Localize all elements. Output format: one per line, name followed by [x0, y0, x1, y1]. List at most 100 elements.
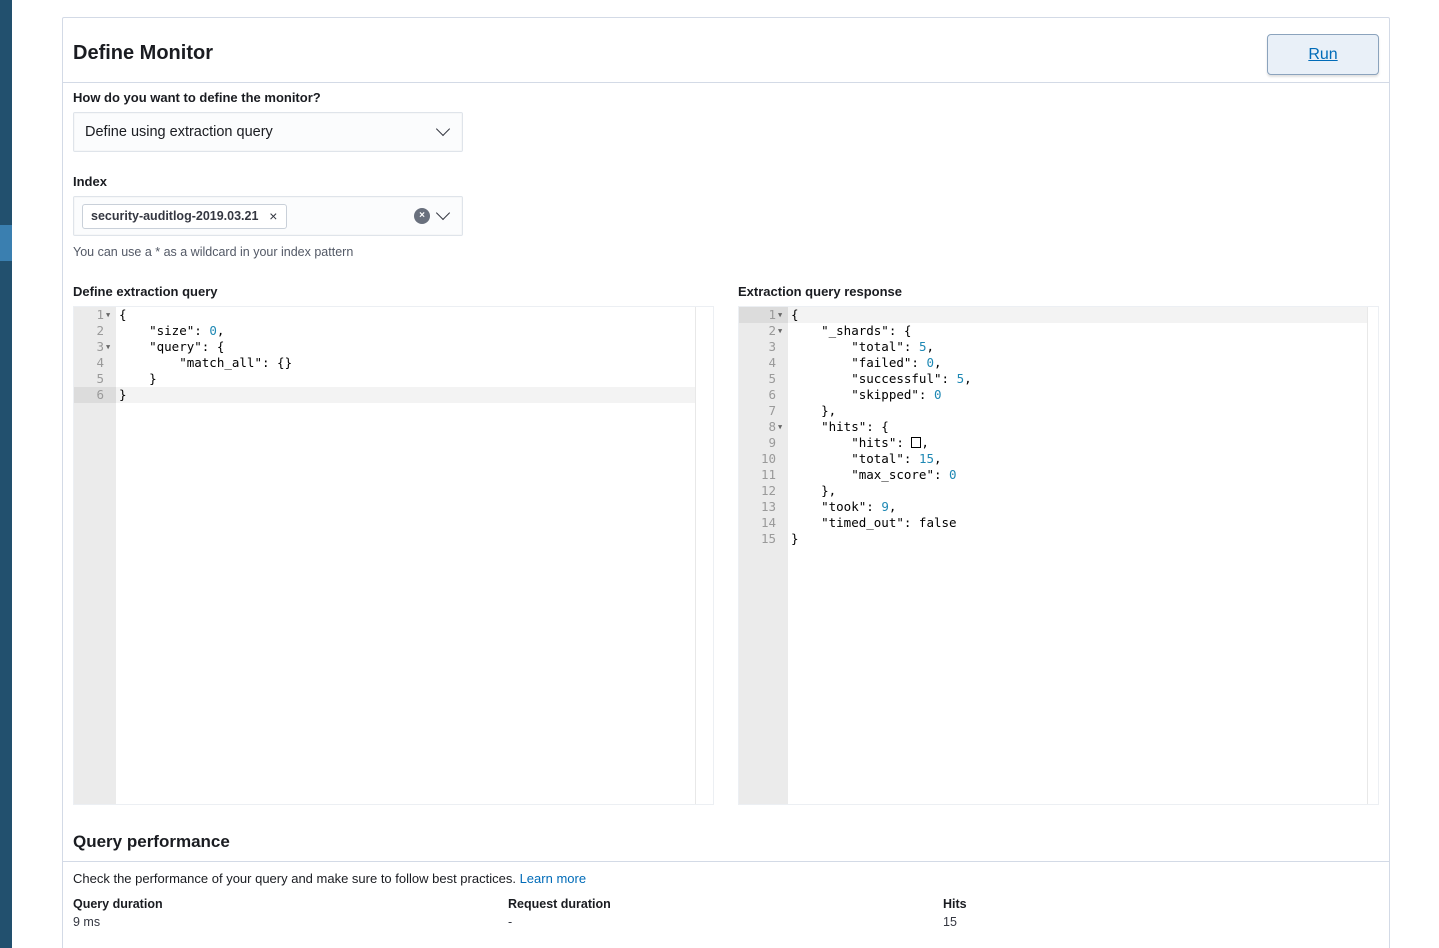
empty-array-token [911, 437, 922, 448]
number-token: 15 [918, 451, 934, 466]
code-line: 14 "timed_out": false [739, 515, 1378, 531]
code-token: "_shards": { [791, 323, 912, 338]
line-number: 8 [768, 419, 776, 434]
run-button[interactable]: Run [1267, 34, 1379, 75]
code-token: }, [791, 483, 837, 498]
stat-query-duration-title: Query duration [73, 897, 163, 911]
code-token: "hits": { [791, 419, 889, 434]
fold-toggle-icon[interactable]: ▼ [778, 323, 782, 339]
code-text: "query": { [119, 339, 224, 355]
code-line: 1 ▼ { [739, 307, 1378, 323]
code-token: , [934, 355, 942, 370]
line-number: 3 [96, 339, 104, 354]
line-number: 6 [96, 387, 104, 402]
code-line: 15} [739, 531, 1378, 547]
query-editor[interactable]: 1 ▼{2 "size": 0, 3 ▼ "query": {4 "match_all… [73, 306, 714, 805]
code-token: , [964, 371, 972, 386]
code-token: , [888, 499, 897, 514]
line-number: 5 [768, 371, 776, 386]
learn-more-link[interactable]: Learn more [520, 871, 586, 886]
line-number: 9 [768, 435, 776, 450]
response-editor[interactable]: 1 ▼{2 ▼ "_shards": {3 "total": 5, 4 "failed… [738, 306, 1379, 805]
code-token: { [119, 307, 127, 322]
code-line: 1 ▼ { [74, 307, 713, 323]
code-line: 5 } [74, 371, 713, 387]
fold-toggle-icon[interactable]: ▼ [106, 307, 110, 323]
line-number: 3 [768, 339, 776, 354]
code-text: { [791, 307, 799, 323]
code-line: 4 "match_all": {} [74, 355, 713, 371]
define-method-value: Define using extraction query [85, 124, 273, 140]
code-line: 3 "total": 5, [739, 339, 1378, 355]
fold-toggle-icon[interactable]: ▼ [106, 339, 110, 355]
code-line: 9 "hits": , [739, 435, 1378, 451]
line-number: 10 [760, 451, 776, 466]
line-number: 2 [768, 323, 776, 338]
panel-header: Define Monitor Run [63, 18, 1389, 83]
chevron-down-icon [435, 121, 451, 137]
index-pill-label: security-auditlog-2019.03.21 [91, 209, 259, 223]
code-token: { [791, 307, 799, 322]
code-text: "hits": { [791, 419, 889, 435]
code-line: 4 "failed": 0, [739, 355, 1378, 371]
page-title: Define Monitor [73, 42, 213, 64]
stat-request-duration-title: Request duration [508, 897, 611, 911]
code-line: 13 "took": 9, [739, 499, 1378, 515]
code-text: "took": 9, [791, 499, 896, 515]
stat-hits-value: 15 [943, 915, 957, 929]
code-text: "total": 5, [791, 339, 934, 355]
line-number: 1 [768, 307, 776, 322]
number-token: 0 [949, 467, 957, 482]
code-token: "failed": [791, 355, 927, 370]
code-text: } [791, 531, 799, 547]
query-editor-label: Define extraction query [73, 284, 218, 299]
code-line: 3 ▼ "query": { [74, 339, 713, 355]
code-token: "successful": [791, 371, 957, 386]
code-text: } [119, 387, 127, 403]
number-token: 0 [934, 387, 942, 402]
code-token: "skipped": [791, 387, 934, 402]
line-number: 7 [768, 403, 776, 418]
stat-hits-title: Hits [943, 897, 967, 911]
chevron-down-icon[interactable] [435, 205, 451, 221]
code-text: "match_all": {} [119, 355, 292, 371]
line-number: 5 [96, 371, 104, 386]
define-monitor-panel: Define Monitor Run How do you want to de… [62, 17, 1390, 948]
index-combobox[interactable]: security-auditlog-2019.03.21 × × [73, 196, 463, 236]
code-text: }, [791, 483, 836, 499]
number-token: 5 [956, 371, 965, 386]
code-text: { [119, 307, 127, 323]
code-token: "query": { [119, 339, 225, 354]
remove-pill-icon[interactable]: × [269, 205, 277, 228]
line-number: 13 [760, 499, 776, 514]
code-token: } [119, 387, 127, 402]
index-help-text: You can use a * as a wildcard in your in… [73, 245, 354, 259]
code-token: }, [791, 403, 837, 418]
number-token: 9 [881, 499, 889, 514]
code-line: 2 "size": 0, [74, 323, 713, 339]
side-nav-active-indicator[interactable] [0, 225, 12, 261]
define-method-select[interactable]: Define using extraction query [73, 112, 463, 152]
stat-query-duration-value: 9 ms [73, 915, 101, 929]
clear-icon[interactable]: × [414, 208, 430, 224]
code-text: "_shards": { [791, 323, 911, 339]
code-token: "size": [119, 323, 210, 338]
line-number: 15 [760, 531, 776, 546]
code-line: 6} [74, 387, 713, 403]
code-line: 5 "successful": 5, [739, 371, 1378, 387]
code-line: 11 "max_score": 0 [739, 467, 1378, 483]
stat-request-duration-value: - [508, 915, 513, 929]
line-number: 2 [96, 323, 104, 338]
code-token: "timed_out": false [791, 515, 957, 530]
code-line: 12 }, [739, 483, 1378, 499]
fold-toggle-icon[interactable]: ▼ [778, 419, 782, 435]
code-text: "hits": , [791, 435, 929, 451]
number-token: 0 [209, 323, 217, 338]
code-token: "total": [791, 451, 919, 466]
code-token: "took": [791, 499, 882, 514]
code-text: "max_score": 0 [791, 467, 957, 483]
line-number: 6 [768, 387, 776, 402]
code-line: 2 ▼ "_shards": { [739, 323, 1378, 339]
fold-toggle-icon[interactable]: ▼ [778, 307, 782, 323]
line-number: 4 [96, 355, 104, 370]
